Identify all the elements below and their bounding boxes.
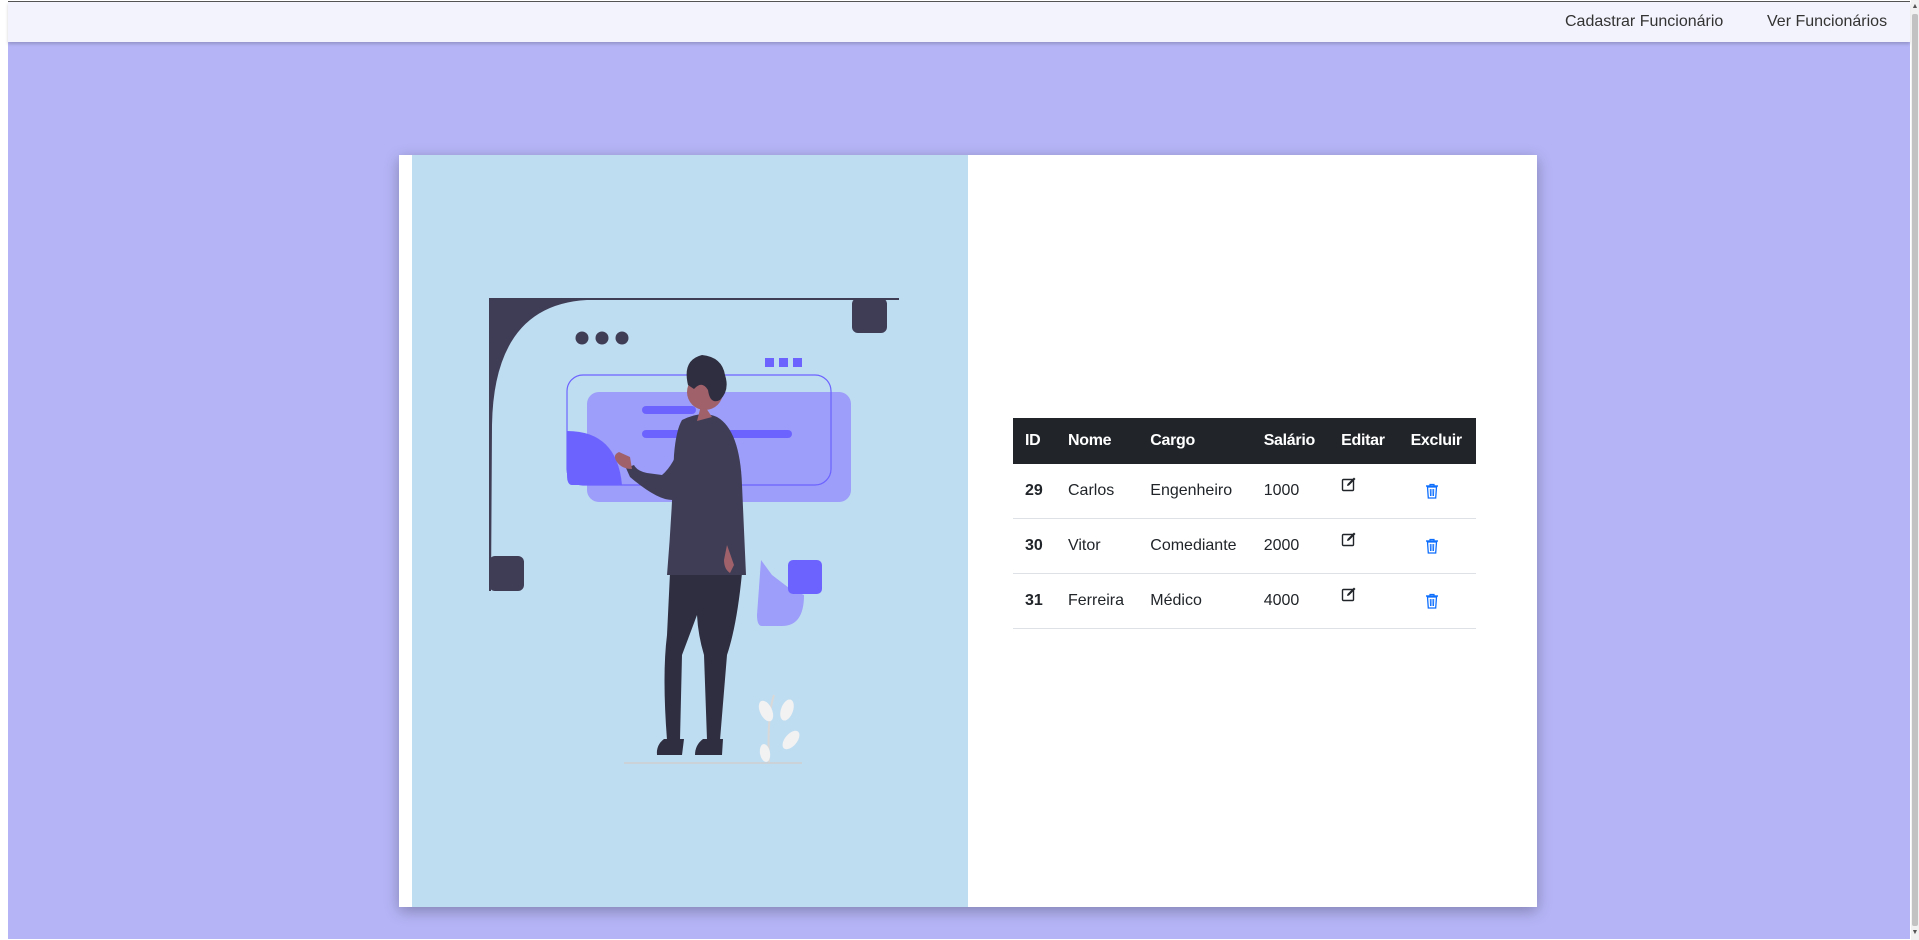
cell-excluir	[1398, 573, 1476, 629]
column-header-salario: Salário	[1263, 432, 1316, 449]
nav-link-ver-funcionarios[interactable]: Ver Funcionários	[1767, 13, 1887, 31]
cell-id: 30	[1013, 518, 1056, 574]
table-panel: ID Nome Cargo Salário Editar Excluir 29 …	[968, 155, 1537, 907]
cell-excluir	[1398, 518, 1476, 574]
scroll-up-arrow-icon[interactable]: ▲	[1911, 2, 1919, 12]
column-header-nome: Nome	[1067, 432, 1112, 449]
column-header-id: ID	[1025, 432, 1041, 449]
cell-editar	[1329, 464, 1399, 519]
cell-salario: 4000	[1251, 573, 1330, 629]
cell-id: 31	[1013, 573, 1056, 629]
scrollbar-thumb[interactable]	[1912, 14, 1918, 926]
person-presentation-illustration	[489, 298, 899, 764]
cell-salario: 2000	[1251, 518, 1330, 574]
cell-editar	[1329, 518, 1399, 574]
cell-nome: Carlos	[1055, 464, 1139, 519]
table-row: 30 Vitor Comediante 2000	[1013, 518, 1476, 574]
trash-icon[interactable]	[1425, 538, 1439, 559]
edit-icon[interactable]	[1341, 586, 1357, 607]
trash-icon[interactable]	[1425, 483, 1439, 504]
trash-icon[interactable]	[1425, 593, 1439, 614]
cell-cargo: Engenheiro	[1138, 464, 1252, 519]
cell-editar	[1329, 573, 1399, 629]
cell-excluir	[1398, 464, 1476, 519]
page-background: Cadastrar Funcionário Ver Funcionários I…	[8, 1, 1910, 939]
cell-nome: Ferreira	[1055, 573, 1139, 629]
table-row: 29 Carlos Engenheiro 1000	[1013, 464, 1476, 519]
cell-cargo: Médico	[1138, 573, 1252, 629]
edit-icon[interactable]	[1341, 476, 1357, 497]
cell-id: 29	[1013, 464, 1056, 519]
table-header-row: ID Nome Cargo Salário Editar Excluir	[1013, 418, 1476, 464]
illustration-panel	[412, 155, 968, 907]
column-header-cargo: Cargo	[1150, 432, 1195, 449]
employee-card: ID Nome Cargo Salário Editar Excluir 29 …	[399, 155, 1537, 907]
edit-icon[interactable]	[1341, 531, 1357, 552]
scroll-down-arrow-icon[interactable]: ▼	[1911, 928, 1919, 938]
cell-cargo: Comediante	[1138, 518, 1252, 574]
table-row: 31 Ferreira Médico 4000	[1013, 573, 1476, 629]
nav-link-cadastrar-funcionario[interactable]: Cadastrar Funcionário	[1565, 13, 1723, 31]
employees-table: ID Nome Cargo Salário Editar Excluir 29 …	[1013, 418, 1476, 629]
column-header-editar: Editar	[1341, 432, 1385, 449]
cell-salario: 1000	[1251, 464, 1330, 519]
vertical-scrollbar[interactable]: ▲ ▼	[1911, 0, 1919, 940]
navbar: Cadastrar Funcionário Ver Funcionários	[8, 2, 1910, 42]
column-header-excluir: Excluir	[1410, 432, 1463, 449]
cell-nome: Vitor	[1055, 518, 1139, 574]
